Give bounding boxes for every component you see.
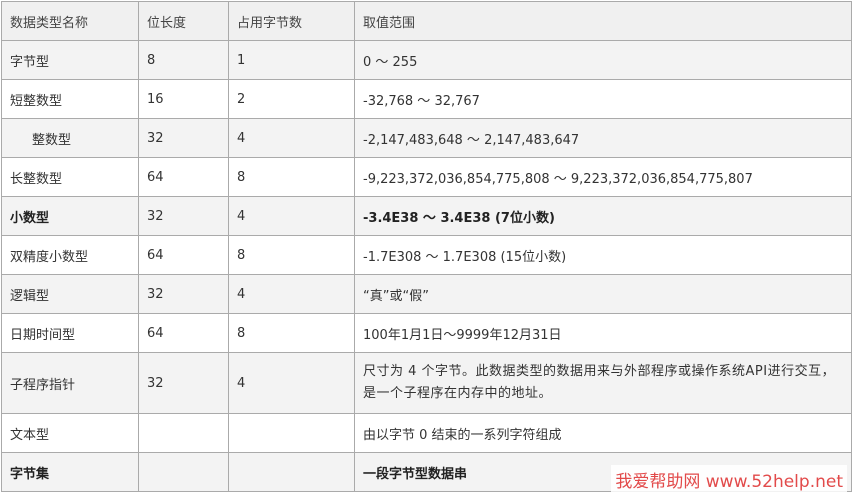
table-row: 文本型 由以字节 0 结束的一系列字符组成 [1,413,852,453]
table-row: 字节型 8 1 0 ～ 255 [1,40,852,80]
byte-count-cell: 2 [228,79,355,119]
value-range-cell: -2,147,483,648 ～ 2,147,483,647 [354,118,852,158]
byte-count-cell: 4 [228,274,355,314]
byte-count-cell: 4 [228,352,355,414]
bit-length-cell [138,413,229,453]
value-range-cell: 100年1月1日～9999年12月31日 [354,313,852,353]
table-row: 逻辑型 32 4 “真”或“假” [1,274,852,314]
bit-length-cell: 64 [138,157,229,197]
value-range-cell: 由以字节 0 结束的一系列字符组成 [354,413,852,453]
type-name-cell: 小数型 [1,196,139,236]
header-byte-count: 占用字节数 [228,1,355,41]
bit-length-cell: 64 [138,235,229,275]
header-bit-length: 位长度 [138,1,229,41]
value-range-cell: -3.4E38 ～ 3.4E38 (7位小数) [354,196,852,236]
header-value-range: 取值范围 [354,1,852,41]
bit-length-cell [138,452,229,492]
table-row: 日期时间型 64 8 100年1月1日～9999年12月31日 [1,313,852,353]
value-range-cell: -1.7E308 ～ 1.7E308 (15位小数) [354,235,852,275]
type-name-cell: 逻辑型 [1,274,139,314]
value-range-cell: 0 ～ 255 [354,40,852,80]
table-row: 整数型 32 4 -2,147,483,648 ～ 2,147,483,647 [1,118,852,158]
value-range-cell: 尺寸为 4 个字节。此数据类型的数据用来与外部程序或操作系统API进行交互，是一… [354,352,852,414]
type-name-cell: 短整数型 [1,79,139,119]
bit-length-cell: 32 [138,352,229,414]
table-row: 双精度小数型 64 8 -1.7E308 ～ 1.7E308 (15位小数) [1,235,852,275]
byte-count-cell [228,452,355,492]
type-name-cell: 字节集 [1,452,139,492]
value-range-cell: “真”或“假” [354,274,852,314]
type-name-cell: 双精度小数型 [1,235,139,275]
table-header-row: 数据类型名称 位长度 占用字节数 取值范围 [1,1,852,41]
table-row: 子程序指针 32 4 尺寸为 4 个字节。此数据类型的数据用来与外部程序或操作系… [1,352,852,414]
bit-length-cell: 16 [138,79,229,119]
bit-length-cell: 32 [138,274,229,314]
byte-count-cell: 4 [228,196,355,236]
type-name-cell: 字节型 [1,40,139,80]
value-range-cell: -9,223,372,036,854,775,808 ～ 9,223,372,0… [354,157,852,197]
byte-count-cell: 1 [228,40,355,80]
type-name-cell: 日期时间型 [1,313,139,353]
table-row: 短整数型 16 2 -32,768 ～ 32,767 [1,79,852,119]
type-name-cell: 整数型 [1,118,139,158]
byte-count-cell [228,413,355,453]
data-type-table: 数据类型名称 位长度 占用字节数 取值范围 字节型 8 1 0 ～ 255 短整… [1,1,852,492]
bit-length-cell: 32 [138,118,229,158]
byte-count-cell: 8 [228,157,355,197]
bit-length-cell: 32 [138,196,229,236]
byte-count-cell: 4 [228,118,355,158]
type-name-cell: 文本型 [1,413,139,453]
bit-length-cell: 64 [138,313,229,353]
value-range-cell: -32,768 ～ 32,767 [354,79,852,119]
type-name-cell: 子程序指针 [1,352,139,414]
header-type-name: 数据类型名称 [1,1,139,41]
table-row: 小数型 32 4 -3.4E38 ～ 3.4E38 (7位小数) [1,196,852,236]
byte-count-cell: 8 [228,313,355,353]
type-name-cell: 长整数型 [1,157,139,197]
table-row: 长整数型 64 8 -9,223,372,036,854,775,808 ～ 9… [1,157,852,197]
byte-count-cell: 8 [228,235,355,275]
bit-length-cell: 8 [138,40,229,80]
site-watermark: 我爱帮助网 www.52help.net [611,465,847,494]
